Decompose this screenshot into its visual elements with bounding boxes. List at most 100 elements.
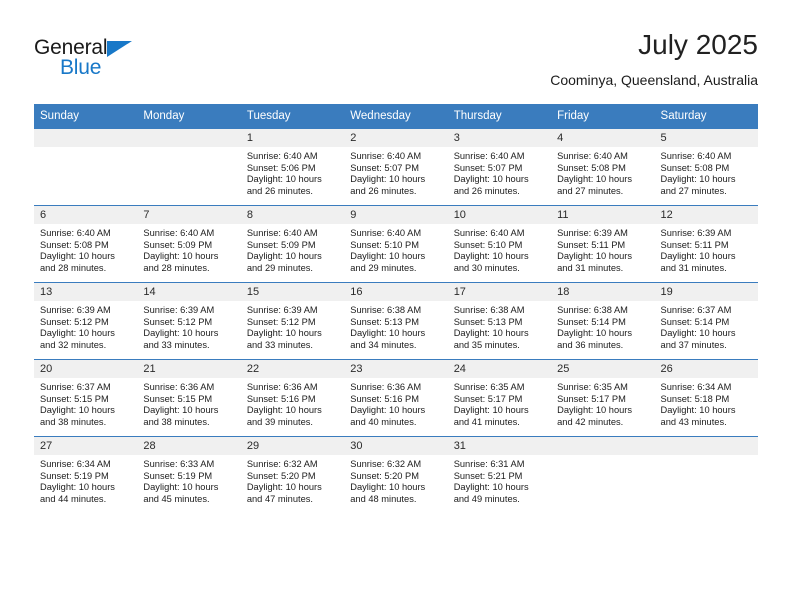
day-details: Sunrise: 6:39 AM Sunset: 5:12 PM Daylight:… [241,301,344,351]
daylight-text-line1: Daylight: 10 hours [453,405,529,416]
calendar-day-cell[interactable]: 24 Sunrise: 6:35 AM Sunset: 5:17 PM Dayligh… [447,359,552,437]
calendar-day-cell[interactable]: 6 Sunrise: 6:40 AM Sunset: 5:08 PM Daylight… [34,205,138,283]
day-number: 11 [551,206,655,224]
day-number: 19 [654,283,758,301]
daylight-text-line1: Daylight: 10 hours [40,405,115,416]
day-number: 18 [551,283,655,301]
calendar-day-cell[interactable]: 25 Sunrise: 6:35 AM Sunset: 5:17 PM Dayligh… [551,359,655,437]
daylight-text-line1: Daylight: 10 hours [246,251,322,262]
weekday-header-tuesday: Tuesday [240,104,345,129]
calendar-day-cell[interactable]: 15 Sunrise: 6:39 AM Sunset: 5:12 PM Dayligh… [240,282,345,360]
daylight-text-line1: Daylight: 10 hours [660,328,736,339]
sunrise-text: Sunrise: 6:35 AM [453,382,525,392]
calendar-table: Sunday Monday Tuesday Wednesday Thursday… [34,104,758,513]
daylight-text-line1: Daylight: 10 hours [453,482,529,493]
daylight-text-line2: and 44 minutes. [40,493,107,504]
daylight-text-line1: Daylight: 10 hours [660,251,736,262]
day-details: Sunrise: 6:32 AM Sunset: 5:20 PM Daylight:… [241,455,344,505]
day-number: 30 [344,437,448,455]
calendar-day-cell[interactable]: 22 Sunrise: 6:36 AM Sunset: 5:16 PM Dayligh… [240,359,345,437]
day-details: Sunrise: 6:40 AM Sunset: 5:10 PM Daylight:… [448,224,551,274]
sunset-text: Sunset: 5:14 PM [660,316,730,327]
daylight-text-line1: Daylight: 10 hours [557,405,633,416]
calendar-day-cell[interactable]: 18 Sunrise: 6:38 AM Sunset: 5:14 PM Dayligh… [551,282,655,360]
day-details: Sunrise: 6:37 AM Sunset: 5:14 PM Daylight:… [655,301,758,351]
calendar-day-cell[interactable]: 31 Sunrise: 6:31 AM Sunset: 5:21 PM Dayligh… [447,436,552,513]
sunrise-text: Sunrise: 6:39 AM [246,305,318,315]
calendar-day-cell[interactable]: 21 Sunrise: 6:36 AM Sunset: 5:15 PM Dayligh… [137,359,241,437]
general-blue-logo[interactable]: General Blue [34,36,164,86]
daylight-text-line2: and 29 minutes. [350,262,417,273]
day-details: Sunrise: 6:40 AM Sunset: 5:08 PM Daylight:… [655,147,758,197]
day-details: Sunrise: 6:37 AM Sunset: 5:15 PM Daylight:… [34,378,137,428]
daylight-text-line1: Daylight: 10 hours [40,251,115,262]
calendar-day-cell[interactable]: 14 Sunrise: 6:39 AM Sunset: 5:12 PM Dayligh… [137,282,241,360]
calendar-day-cell[interactable]: 4 Sunrise: 6:40 AM Sunset: 5:08 PM Daylight… [551,129,655,206]
daylight-text-line2: and 33 minutes. [246,339,313,350]
calendar-day-cell[interactable]: 20 Sunrise: 6:37 AM Sunset: 5:15 PM Dayligh… [34,359,138,437]
sunrise-text: Sunrise: 6:31 AM [453,459,525,469]
day-details: Sunrise: 6:35 AM Sunset: 5:17 PM Daylight:… [551,378,654,428]
calendar-day-cell[interactable]: 12 Sunrise: 6:39 AM Sunset: 5:11 PM Dayligh… [654,205,758,283]
daylight-text-line2: and 47 minutes. [246,493,313,504]
calendar-day-cell[interactable]: 11 Sunrise: 6:39 AM Sunset: 5:11 PM Dayligh… [551,205,655,283]
daylight-text-line1: Daylight: 10 hours [143,482,219,493]
calendar-day-cell[interactable]: 9 Sunrise: 6:40 AM Sunset: 5:10 PM Daylight… [344,205,448,283]
calendar-day-cell[interactable]: 27 Sunrise: 6:34 AM Sunset: 5:19 PM Dayligh… [34,436,138,513]
sunset-text: Sunset: 5:06 PM [246,162,316,173]
calendar-day-cell[interactable]: 28 Sunrise: 6:33 AM Sunset: 5:19 PM Dayligh… [137,436,241,513]
sunrise-text: Sunrise: 6:38 AM [453,305,525,315]
sunrise-text: Sunrise: 6:40 AM [350,151,422,161]
calendar-day-cell[interactable]: 3 Sunrise: 6:40 AM Sunset: 5:07 PM Daylight… [447,129,552,206]
calendar-day-cell[interactable]: 26 Sunrise: 6:34 AM Sunset: 5:18 PM Dayligh… [654,359,758,437]
daylight-text-line1: Daylight: 10 hours [143,251,219,262]
daylight-text-line2: and 39 minutes. [246,416,313,427]
daylight-text-line2: and 26 minutes. [350,185,417,196]
sunrise-text: Sunrise: 6:35 AM [557,382,628,392]
calendar-day-cell[interactable]: 10 Sunrise: 6:40 AM Sunset: 5:10 PM Dayligh… [447,205,552,283]
daylight-text-line1: Daylight: 10 hours [246,328,322,339]
daylight-text-line1: Daylight: 10 hours [350,251,426,262]
calendar-day-cell[interactable]: 2 Sunrise: 6:40 AM Sunset: 5:07 PM Daylight… [344,129,448,206]
daylight-text-line2: and 29 minutes. [246,262,313,273]
sunrise-text: Sunrise: 6:37 AM [40,382,111,392]
calendar-week-row: 27 Sunrise: 6:34 AM Sunset: 5:19 PM Dayligh… [34,436,758,513]
day-number: 22 [240,360,345,378]
calendar-day-cell[interactable]: 8 Sunrise: 6:40 AM Sunset: 5:09 PM Daylight… [240,205,345,283]
sunrise-text: Sunrise: 6:33 AM [143,459,215,469]
day-details: Sunrise: 6:40 AM Sunset: 5:08 PM Daylight:… [551,147,654,197]
sunrise-text: Sunrise: 6:32 AM [350,459,422,469]
daylight-text-line1: Daylight: 10 hours [143,328,219,339]
day-details: Sunrise: 6:34 AM Sunset: 5:19 PM Daylight:… [34,455,137,505]
daylight-text-line2: and 38 minutes. [40,416,107,427]
day-number: 8 [240,206,345,224]
calendar-day-cell[interactable]: 19 Sunrise: 6:37 AM Sunset: 5:14 PM Dayligh… [654,282,758,360]
day-number: 14 [137,283,241,301]
sunrise-text: Sunrise: 6:39 AM [557,228,628,238]
calendar-day-cell[interactable]: 29 Sunrise: 6:32 AM Sunset: 5:20 PM Dayligh… [240,436,345,513]
calendar-day-cell[interactable]: 7 Sunrise: 6:40 AM Sunset: 5:09 PM Daylight… [137,205,241,283]
day-number: 31 [447,437,552,455]
weekday-header-monday: Monday [137,104,241,129]
calendar-day-cell[interactable]: 23 Sunrise: 6:36 AM Sunset: 5:16 PM Dayligh… [344,359,448,437]
daylight-text-line1: Daylight: 10 hours [246,174,322,185]
day-number: 13 [34,283,138,301]
daylight-text-line1: Daylight: 10 hours [557,251,633,262]
sunset-text: Sunset: 5:08 PM [40,239,109,250]
sunset-text: Sunset: 5:14 PM [557,316,626,327]
calendar-day-cell[interactable]: 1 Sunrise: 6:40 AM Sunset: 5:06 PM Daylight… [240,129,345,206]
daylight-text-line2: and 28 minutes. [143,262,210,273]
day-number: 29 [240,437,345,455]
sunrise-text: Sunrise: 6:36 AM [143,382,215,392]
sunset-text: Sunset: 5:15 PM [40,393,109,404]
calendar-day-cell[interactable]: 13 Sunrise: 6:39 AM Sunset: 5:12 PM Dayligh… [34,282,138,360]
sunset-text: Sunset: 5:13 PM [350,316,419,327]
daylight-text-line1: Daylight: 10 hours [557,328,633,339]
calendar-empty-cell [654,436,758,513]
calendar-day-cell[interactable]: 5 Sunrise: 6:40 AM Sunset: 5:08 PM Daylight… [654,129,758,206]
calendar-day-cell[interactable]: 16 Sunrise: 6:38 AM Sunset: 5:13 PM Dayligh… [344,282,448,360]
calendar-day-cell[interactable]: 30 Sunrise: 6:32 AM Sunset: 5:20 PM Dayligh… [344,436,448,513]
sunset-text: Sunset: 5:21 PM [453,470,523,481]
calendar-grid: Sunday Monday Tuesday Wednesday Thursday… [34,104,758,513]
calendar-day-cell[interactable]: 17 Sunrise: 6:38 AM Sunset: 5:13 PM Dayligh… [447,282,552,360]
